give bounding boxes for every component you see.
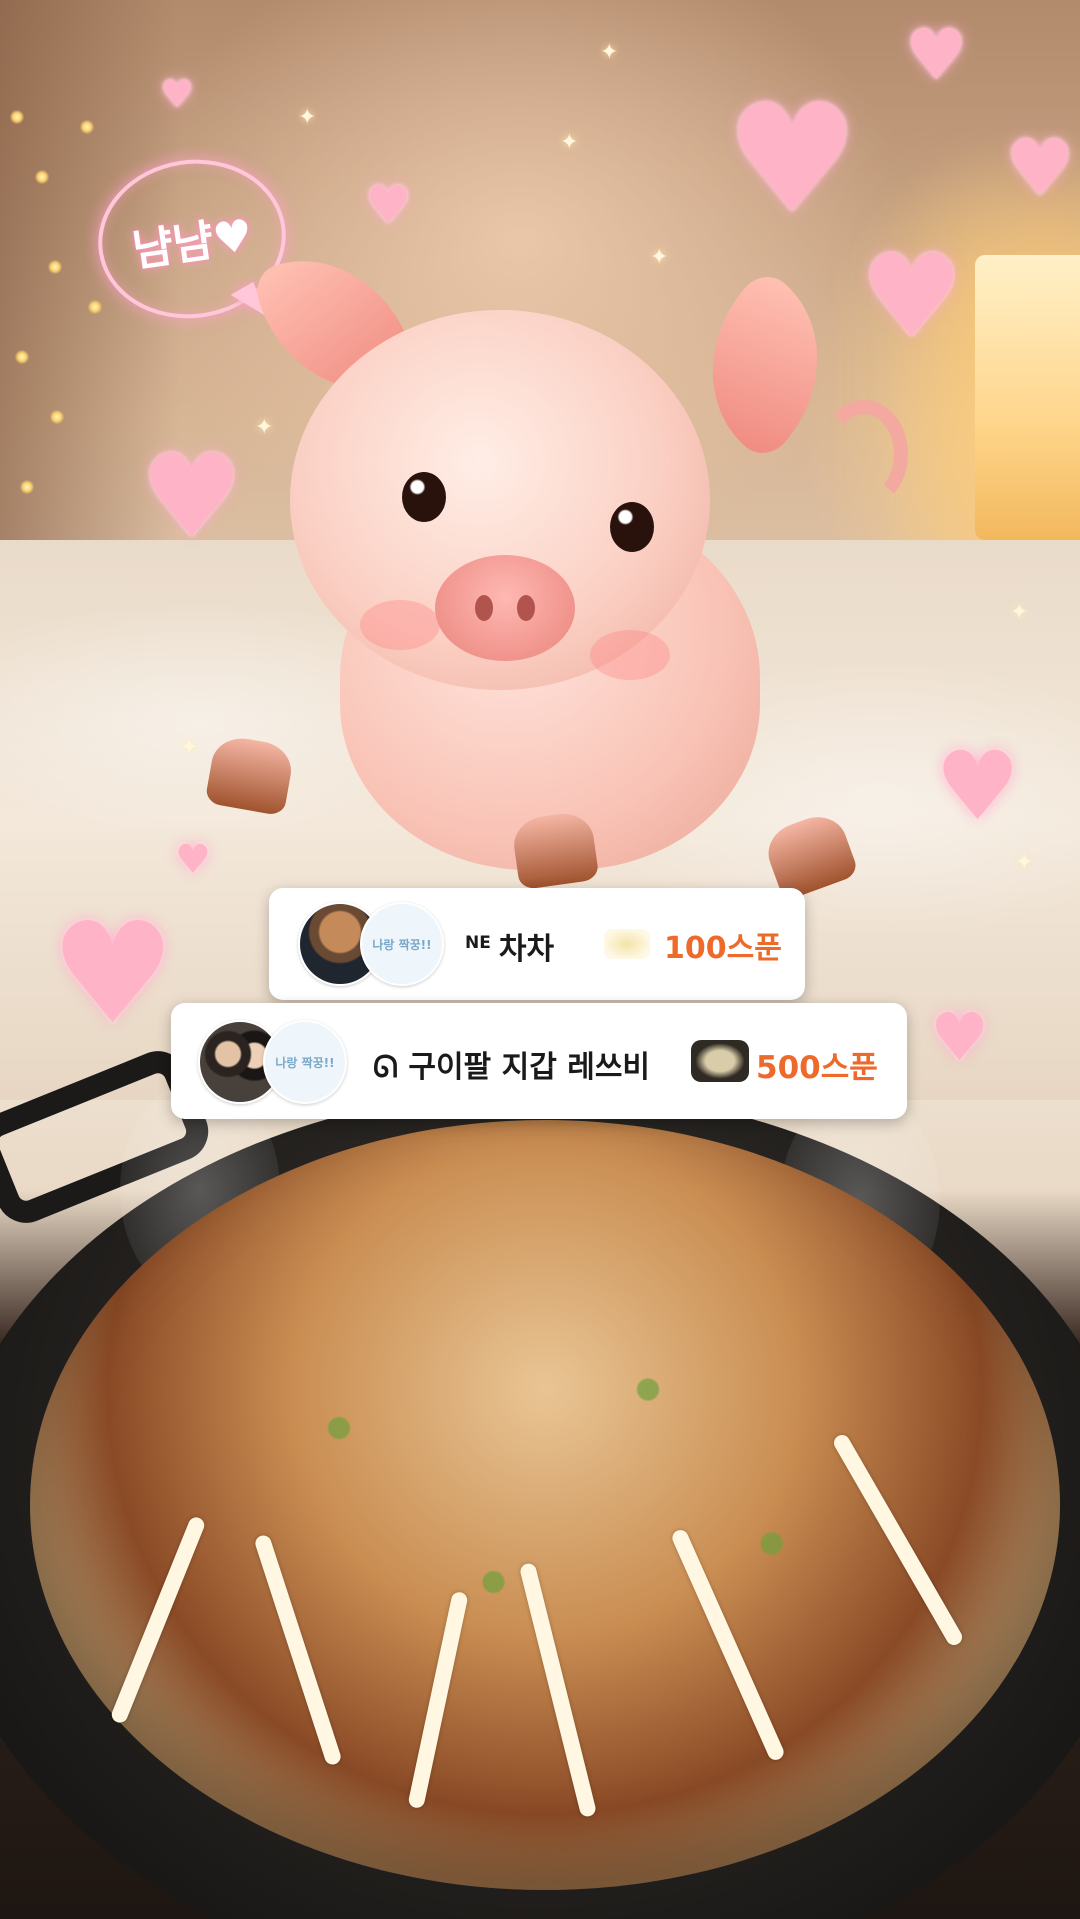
pig-snout <box>435 555 575 661</box>
heart-icon: ♥ <box>175 837 211 883</box>
donation-alert: 나랑 짝꿍!! NE 차차 100스푼 <box>269 888 805 1000</box>
heart-icon: ♥ <box>930 999 990 1076</box>
fairy-light <box>20 480 34 494</box>
sparkle-icon: ✦ <box>600 40 619 65</box>
sticker-icon <box>604 929 650 959</box>
avatar-badge: 나랑 짝꿍!! <box>360 902 444 986</box>
fairy-light <box>15 350 29 364</box>
fairy-light <box>88 300 102 314</box>
fairy-light <box>35 170 49 184</box>
pig-cheek <box>360 600 440 650</box>
donation-alert: 나랑 짝꿍!! ᘏ 구이팔 지갑 레쓰비 500스푼 <box>171 1003 907 1119</box>
donation-amount: 100스푼 <box>664 931 782 966</box>
sparkle-icon: ✦ <box>560 130 579 155</box>
donor-badge: NE <box>465 933 491 953</box>
heart-icon: ♥ <box>725 73 860 247</box>
donation-amount: 500스푼 <box>756 1050 878 1086</box>
fairy-light <box>48 260 62 274</box>
sparkle-icon: ✦ <box>1015 850 1034 875</box>
heart-icon: ♥ <box>935 732 1021 842</box>
live-stream-view: ✦ ✦ ✦ ✦ ✦ ✦ ✦ ✦ ♥ ♥ ♥ ♥ ♥ ♥ ♥ ♥ ♥ ♥ ♥ 냠냠… <box>0 0 1080 1919</box>
pig-eye <box>402 472 446 522</box>
fairy-light <box>10 110 24 124</box>
avatar-badge: 나랑 짝꿍!! <box>263 1020 347 1104</box>
heart-icon: ♥ <box>365 176 412 236</box>
heart-icon: ♥ <box>160 72 195 116</box>
pig-eye <box>610 502 654 552</box>
sparkle-icon: ✦ <box>1010 600 1029 625</box>
donor-name: ᘏ 구이팔 지갑 레쓰비 <box>373 1050 651 1085</box>
pig-tail <box>820 400 908 508</box>
heart-icon: ♥ <box>140 430 244 564</box>
heart-icon: ♥ <box>1005 124 1075 214</box>
heart-icon: ♥ <box>50 893 176 1056</box>
sparkle-icon: ✦ <box>180 735 199 760</box>
fairy-light <box>80 120 94 134</box>
okonomiyaki <box>30 1120 1060 1890</box>
fairy-light <box>50 410 64 424</box>
pig-cheek <box>590 630 670 680</box>
lamp <box>975 255 1080 540</box>
heart-icon: ♥ <box>905 14 968 96</box>
okonomiyaki-icon <box>691 1040 749 1082</box>
piglet <box>204 233 908 930</box>
donor-name: NE 차차 <box>465 932 555 967</box>
sparkle-icon: ✦ <box>298 105 317 130</box>
